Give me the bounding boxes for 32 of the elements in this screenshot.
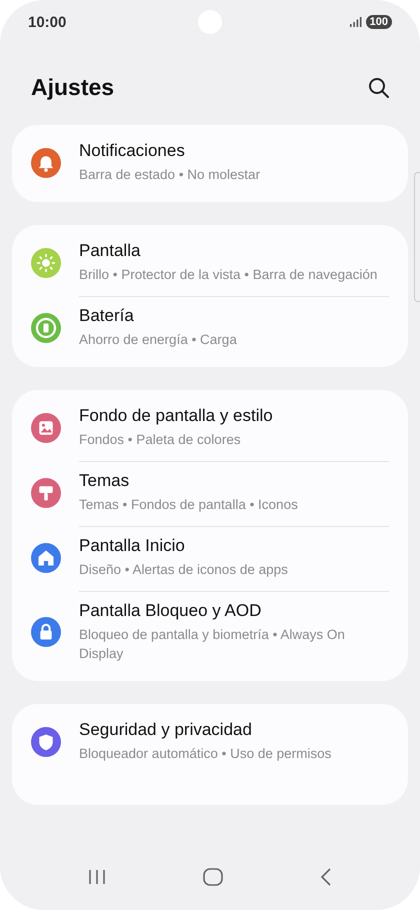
signal-icon [350, 17, 362, 27]
recent-apps-icon[interactable] [88, 869, 106, 885]
search-icon[interactable] [368, 76, 390, 98]
item-subtitle: Fondos • Paleta de colores [79, 431, 242, 449]
settings-item[interactable]: Pantalla Bloqueo y AOD Bloqueo de pantalla y biometría • Always On Display [31, 591, 389, 675]
page-title: Ajustes [31, 74, 114, 101]
item-subtitle: Brillo • Protector de la vista • Barra de navegación [79, 266, 378, 284]
item-title: Notificaciones [79, 141, 186, 161]
settings-item[interactable]: Pantalla Brillo • Protector de la vista • Barra de navegación [31, 231, 389, 296]
settings-item[interactable]: Notificaciones Barra de estado • No molestar [31, 131, 389, 196]
settings-item[interactable]: Batería Ahorro de energía • Carga [31, 296, 389, 361]
item-subtitle: Temas • Fondos de pantalla • Iconos [79, 496, 299, 514]
settings-item[interactable]: Temas Temas • Fondos de pantalla • Iconos [31, 461, 389, 526]
item-subtitle: Barra de estado • No molestar [79, 166, 262, 184]
settings-item[interactable]: Fondo de pantalla y estilo Fondos • Paleta de colores [31, 396, 389, 461]
home-icon[interactable] [202, 868, 223, 886]
item-title: Fondo de pantalla y estilo [79, 406, 274, 426]
item-subtitle: Bloqueo de pantalla y biometría • Always On Display [79, 626, 346, 663]
status-time: 10:00 [28, 14, 66, 30]
item-title: Batería [79, 306, 135, 326]
battery-level: 100 [366, 15, 392, 29]
item-title: Pantalla Bloqueo y AOD [79, 601, 262, 621]
item-subtitle: Ahorro de energía • Carga [79, 331, 238, 349]
item-title: Pantalla Inicio [79, 536, 186, 556]
item-title: Pantalla [79, 241, 142, 261]
settings-item[interactable]: Seguridad y privacidad Bloqueador automático • Uso de permisos [31, 710, 389, 775]
item-title: Temas [79, 471, 130, 491]
back-icon[interactable] [320, 868, 332, 886]
item-subtitle: Diseño • Alertas de iconos de apps [79, 561, 289, 579]
item-title: Seguridad y privacidad [79, 720, 253, 740]
item-subtitle: Bloqueador automático • Uso de permisos [79, 745, 332, 763]
settings-item[interactable]: Pantalla Inicio Diseño • Alertas de iconos de apps [31, 526, 389, 591]
